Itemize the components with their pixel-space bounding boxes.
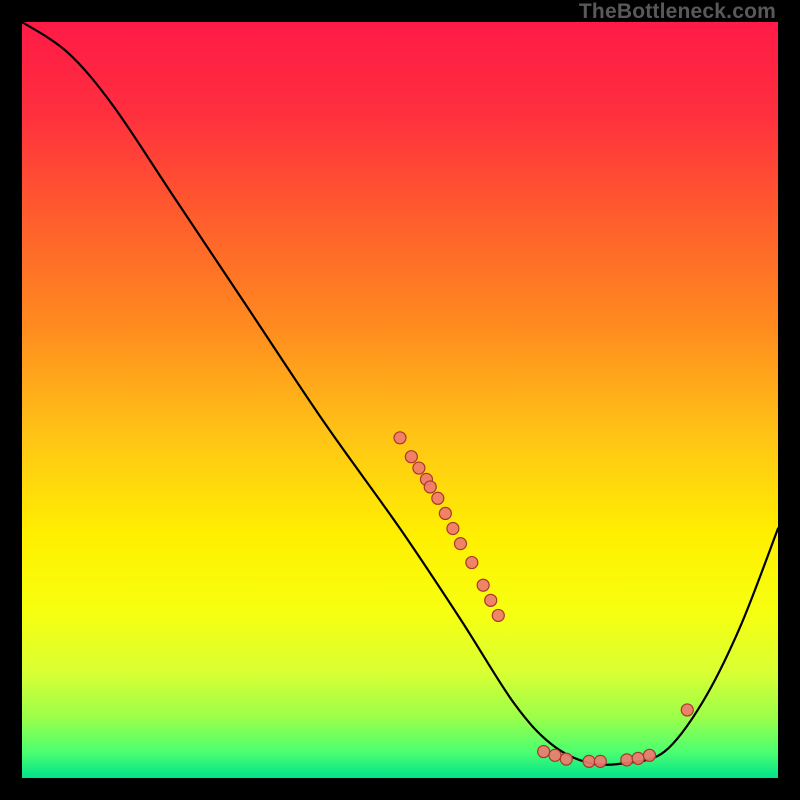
data-point [632, 752, 644, 764]
data-point [560, 753, 572, 765]
data-point [394, 432, 406, 444]
data-point [466, 557, 478, 569]
chart-frame [22, 22, 778, 778]
data-point [405, 451, 417, 463]
data-point [424, 481, 436, 493]
data-point [477, 579, 489, 591]
data-point [454, 538, 466, 550]
data-point [538, 746, 550, 758]
data-point [621, 754, 633, 766]
data-point [549, 749, 561, 761]
bottleneck-curve-chart [22, 22, 778, 778]
data-point [447, 523, 459, 535]
data-point [594, 755, 606, 767]
data-point [583, 755, 595, 767]
data-point [432, 492, 444, 504]
gradient-background [22, 22, 778, 778]
marker-group-cluster-right [681, 704, 693, 716]
data-point [681, 704, 693, 716]
data-point [413, 462, 425, 474]
data-point [485, 594, 497, 606]
data-point [492, 609, 504, 621]
data-point [439, 507, 451, 519]
data-point [643, 749, 655, 761]
watermark-label: TheBottleneck.com [579, 0, 776, 24]
